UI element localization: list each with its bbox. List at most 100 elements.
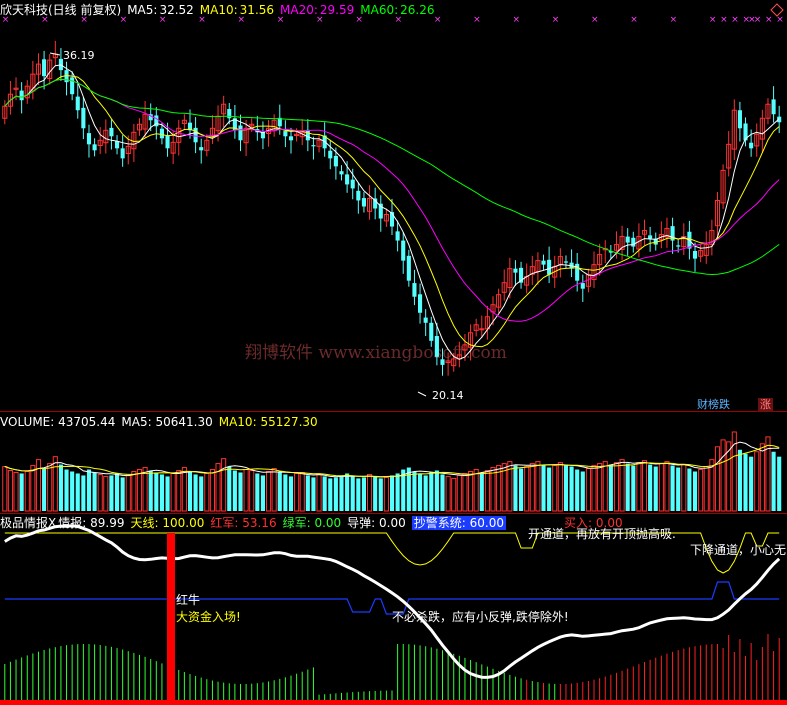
candle-body <box>418 294 423 313</box>
volume-bar <box>238 472 243 511</box>
candle-body <box>513 268 518 273</box>
candle-body <box>631 237 636 247</box>
volume-bar <box>378 478 383 511</box>
candle-body <box>625 236 630 243</box>
candle-body <box>120 148 125 159</box>
volume-bar <box>70 471 75 511</box>
volume-bar <box>580 471 585 511</box>
candle-body <box>389 212 395 227</box>
candle-body <box>114 141 120 149</box>
volume-bar <box>434 470 439 511</box>
volume-bar <box>653 466 658 511</box>
candle-body <box>81 107 86 129</box>
volume-bar <box>563 464 569 511</box>
no-chase-label: 不必杀跌，应有小反弹,跌停除外! <box>392 610 569 624</box>
marker-x: × <box>709 15 717 25</box>
vol-ma5-value: MA5: 50641.30 <box>121 415 213 429</box>
candle-body <box>159 128 164 139</box>
jingbao-value: 抄警系统: 60.00 <box>411 516 506 530</box>
candle-body <box>165 135 170 149</box>
volume-bar <box>58 464 63 511</box>
candle-body <box>283 131 288 137</box>
chart-canvas[interactable]: 翔博软件 www.xiangbosoft.com × × × × × × × × × × × × × × ×… <box>0 0 787 705</box>
candle-body <box>547 259 552 275</box>
candle-body <box>563 261 569 263</box>
volume-bar <box>648 464 653 511</box>
watermark: 翔博软件 www.xiangbosoft.com <box>245 343 507 363</box>
candle-body <box>339 171 344 175</box>
candle-body <box>479 328 485 331</box>
volume-bar <box>547 467 552 511</box>
volume-bar <box>361 477 366 511</box>
volume-bar <box>389 475 395 511</box>
volume-bar <box>109 475 114 511</box>
volume-bar <box>743 453 748 511</box>
low-label: 20.14 <box>432 389 464 402</box>
volume-bar <box>569 466 574 511</box>
marker-x: × <box>720 15 728 25</box>
volume-bar <box>575 469 580 511</box>
candle-body <box>749 142 754 149</box>
main-header: 欣天科技(日线 前复权) MA5: 32.52 MA10: 31.56 MA20: 29.5… <box>0 2 441 18</box>
volume-bar <box>19 473 24 511</box>
candle-body <box>434 336 439 357</box>
volume-bar <box>193 474 198 511</box>
hongniu-label: 红牛 <box>176 593 201 607</box>
marker-x: × <box>512 15 520 25</box>
volume-bar <box>541 464 546 511</box>
candle-body <box>238 125 243 141</box>
ma10-value: MA10: 31.56 <box>199 3 275 17</box>
candle-body <box>401 240 406 261</box>
hongjun-value: 红军: 53.16 <box>210 516 277 530</box>
marker-x: × <box>473 15 481 25</box>
volume-bar <box>148 470 153 511</box>
volume-bar <box>412 471 417 511</box>
marker-x: × <box>670 15 678 25</box>
ma60-value: MA60: 26.26 <box>360 3 435 17</box>
candle-body <box>92 144 97 151</box>
volume-bar <box>440 474 445 511</box>
volume-bar <box>429 472 434 511</box>
candle-body <box>429 322 434 341</box>
candle-body <box>356 190 361 201</box>
volume-bar <box>513 465 518 511</box>
volume-bar <box>159 474 164 511</box>
ma5-value: MA5: 32.52 <box>127 3 194 17</box>
candle-body <box>423 317 428 323</box>
volume-bar <box>670 465 675 511</box>
big-fund-label: 大资金入场! <box>176 610 241 624</box>
volume-bar <box>345 473 350 511</box>
volume-bar <box>64 469 69 511</box>
candle-body <box>345 174 350 185</box>
volume-bar <box>350 476 355 511</box>
candle-body <box>361 198 366 207</box>
volume-bar <box>305 475 310 511</box>
vol-ma10-value: MA10: 55127.30 <box>218 415 318 429</box>
candle-body <box>311 145 316 147</box>
ma20-value: MA20: 29.59 <box>280 3 355 17</box>
candle-body <box>440 359 445 365</box>
candle-body <box>288 136 294 141</box>
candle-body <box>737 110 742 129</box>
candle-body <box>771 99 776 115</box>
note-right: 下降通道，小心无 <box>690 543 787 557</box>
candle-body <box>199 147 204 151</box>
candle-body <box>580 283 585 289</box>
volume-bar <box>771 451 776 511</box>
volume-bar <box>232 470 237 511</box>
marker-x: × <box>754 15 762 25</box>
candle-body <box>676 245 681 247</box>
volume-bar <box>423 475 428 511</box>
candle-body <box>42 59 47 77</box>
volume-bar <box>81 475 86 511</box>
volume-bar <box>288 476 294 511</box>
volume-bar <box>322 476 327 511</box>
marker-x: × <box>552 15 560 25</box>
marker-x: × <box>591 15 599 25</box>
chart-window[interactable]: 翔博软件 www.xiangbosoft.com × × × × × × × × × × × × × × ×… <box>0 0 787 705</box>
volume-bar <box>339 475 344 511</box>
volume-bar <box>75 473 80 511</box>
candle-body <box>19 90 24 101</box>
volume-bar <box>120 477 125 511</box>
volume-bar <box>260 475 265 511</box>
